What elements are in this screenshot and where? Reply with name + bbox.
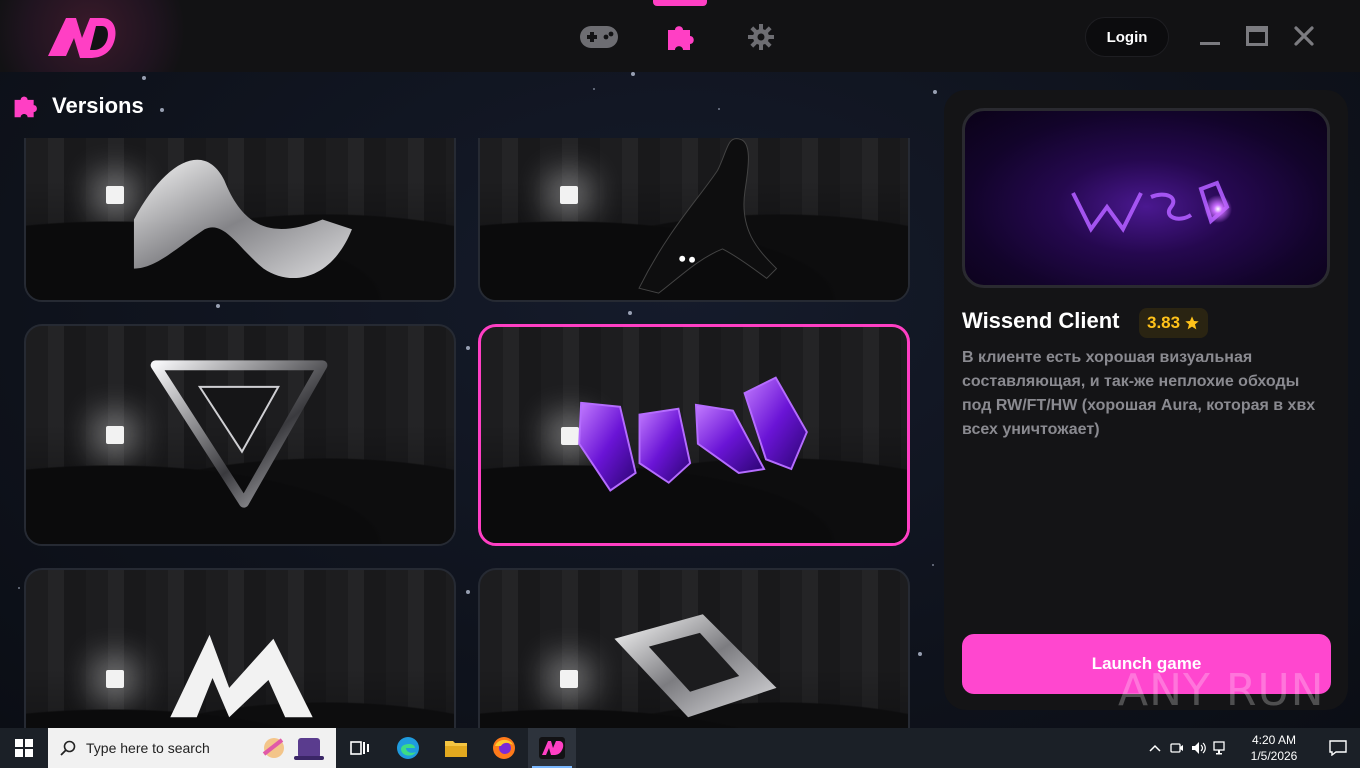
task-view-button[interactable] <box>336 728 384 768</box>
version-card-selected[interactable] <box>478 324 910 546</box>
clock[interactable]: 4:20 AM 1/5/2026 <box>1232 732 1316 764</box>
star-decoration <box>933 90 937 94</box>
windows-icon <box>15 739 33 757</box>
client-preview-image <box>962 108 1330 288</box>
launcher-window: Login Versions Wissend Client 3.83 В кли… <box>0 0 1360 728</box>
file-explorer-taskbar-button[interactable] <box>432 728 480 768</box>
section-title: Versions <box>52 93 144 118</box>
login-button[interactable]: Login <box>1085 17 1169 57</box>
rating-value: 3.83 <box>1147 313 1181 332</box>
star-decoration <box>918 652 922 656</box>
star-decoration <box>593 88 595 90</box>
edge-taskbar-button[interactable] <box>384 728 432 768</box>
speaker-icon <box>1192 742 1206 754</box>
version-card[interactable] <box>24 324 456 546</box>
camera-icon <box>1170 743 1183 753</box>
star-decoration <box>718 108 720 110</box>
star-icon <box>1185 316 1199 330</box>
meet-now-tray[interactable] <box>1166 728 1188 768</box>
header-bar: Login <box>0 0 1360 72</box>
active-tab-indicator <box>653 0 707 6</box>
section-header: Versions <box>12 92 144 120</box>
black-cat-icon <box>638 138 778 294</box>
chevron-up-icon <box>1149 744 1161 752</box>
star-decoration <box>631 72 635 76</box>
clock-time: 4:20 AM <box>1251 733 1297 747</box>
puzzle-icon <box>14 96 37 118</box>
minimize-button[interactable] <box>1196 22 1224 50</box>
task-view-icon <box>350 741 369 755</box>
system-tray: 4:20 AM 1/5/2026 <box>1144 728 1360 768</box>
gamepad-icon <box>580 26 618 48</box>
volume-tray[interactable] <box>1188 728 1210 768</box>
start-button[interactable] <box>0 728 48 768</box>
star-decoration <box>160 108 164 112</box>
network-tray[interactable] <box>1210 728 1232 768</box>
taskbar-search-box[interactable]: Type here to search <box>48 728 336 768</box>
gear-icon <box>748 24 774 50</box>
details-panel: Wissend Client 3.83 В клиенте есть хорош… <box>944 90 1348 710</box>
version-card[interactable] <box>24 138 456 302</box>
maximize-button[interactable] <box>1243 22 1271 50</box>
edge-icon <box>397 737 419 759</box>
close-button[interactable] <box>1290 22 1318 50</box>
taskbar: Type here to search 4:20 AM 1/5/2026 <box>0 728 1360 768</box>
search-placeholder: Type here to search <box>86 740 210 756</box>
search-icon <box>60 740 76 756</box>
app-logo[interactable] <box>44 12 118 62</box>
wissend-logo-icon <box>1071 180 1232 233</box>
silver-v-logo-icon <box>150 360 328 508</box>
star-decoration <box>18 587 20 589</box>
client-name: Wissend Client <box>962 308 1120 333</box>
client-description: В клиенте есть хорошая визуальная состав… <box>962 349 1316 438</box>
show-hidden-icons[interactable] <box>1144 728 1166 768</box>
rating-badge: 3.83 <box>1139 308 1209 338</box>
notifications-button[interactable] <box>1316 728 1360 768</box>
tab-settings[interactable] <box>739 20 783 54</box>
firefox-taskbar-button[interactable] <box>480 728 528 768</box>
anyrun-watermark: ANY RUN <box>1118 660 1325 720</box>
version-card[interactable] <box>478 138 910 302</box>
star-decoration <box>932 564 934 566</box>
clock-date: 1/5/2026 <box>1250 749 1298 763</box>
firefox-icon <box>493 737 515 759</box>
maximize-icon <box>1246 26 1268 46</box>
tab-versions[interactable] <box>658 20 702 54</box>
notification-icon <box>1329 740 1347 756</box>
search-highlight-icon <box>262 738 324 760</box>
minimize-icon <box>1200 42 1220 45</box>
silver-s-logo-icon <box>614 614 777 718</box>
network-icon <box>1213 741 1225 755</box>
tab-games[interactable] <box>577 20 621 54</box>
version-card[interactable] <box>478 568 910 728</box>
versions-grid[interactable] <box>24 138 914 728</box>
version-card[interactable] <box>24 568 456 728</box>
star-decoration <box>142 76 146 80</box>
watermark-text: ANY RUN <box>1118 664 1325 716</box>
white-m-logo-icon <box>170 634 313 718</box>
puzzle-icon <box>668 26 694 50</box>
folder-icon <box>445 741 467 757</box>
launcher-taskbar-button[interactable] <box>528 728 576 768</box>
silver-wave-logo-icon <box>133 159 352 279</box>
purple-crystals-logo-icon <box>578 376 808 492</box>
close-icon <box>1294 26 1314 46</box>
app-logo-icon <box>539 737 565 759</box>
